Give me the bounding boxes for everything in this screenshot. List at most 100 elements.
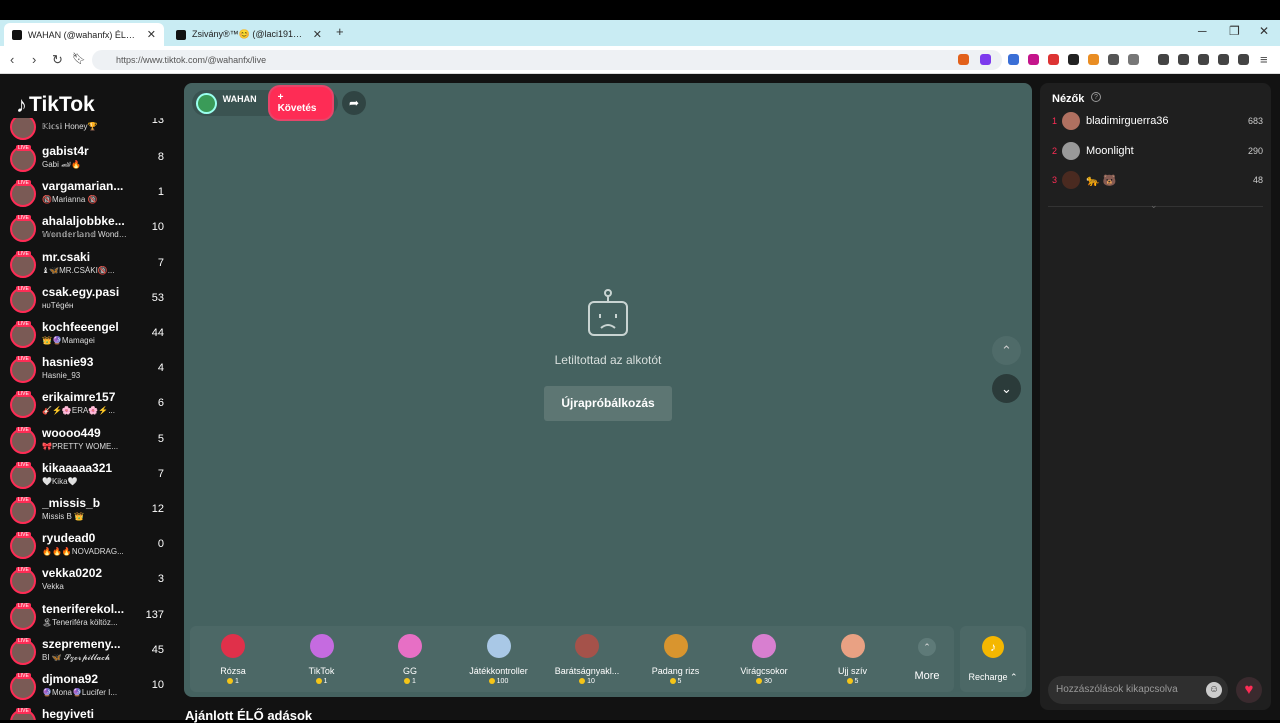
- sidebar-item-name: ahalaljobbke...: [42, 214, 125, 229]
- extension-icon[interactable]: [1068, 54, 1079, 65]
- avatar: LIVE: [10, 637, 36, 665]
- wallet-icon[interactable]: [1198, 54, 1209, 65]
- translate-icon[interactable]: [1008, 54, 1019, 65]
- sidebar-live-item[interactable]: LIVE ahalaljobbke...𝕎𝕠𝕟𝕕𝕖𝕣𝕝𝕒𝕟𝕕 Wonderland…: [0, 212, 180, 247]
- coin-icon: [315, 678, 322, 684]
- sidebar-live-item[interactable]: LIVE kikaaaaa321 🤍Kika🤍 7: [0, 459, 180, 494]
- share-icon[interactable]: ➦: [342, 91, 366, 115]
- avatar: LIVE: [10, 356, 36, 384]
- sidebar-live-item[interactable]: LIVE erikaimre157 🎸⚡🌸ERA🌸⚡... 6: [0, 388, 180, 423]
- comment-input[interactable]: Hozzászólások kikapcsolva: [1048, 676, 1228, 704]
- sidebar-live-item[interactable]: LIVE mr.csaki ♝🦋MR.CSÁKI🔞... 7: [0, 248, 180, 283]
- gift-icon: [575, 634, 599, 658]
- gift-name: Ujj szív: [838, 666, 867, 676]
- expand-chevron-icon[interactable]: ⌄: [1150, 200, 1158, 211]
- gift-item[interactable]: Rózsa 1: [190, 626, 276, 692]
- extension-icon[interactable]: [1128, 54, 1139, 65]
- extensions-puzzle-icon[interactable]: [1108, 54, 1119, 65]
- viewer-row[interactable]: 1 bladimirguerra36 683: [1040, 109, 1271, 135]
- host-avatar[interactable]: [196, 92, 217, 114]
- retry-button[interactable]: Újrapróbálkozás: [544, 386, 672, 421]
- viewer-count: 10: [151, 221, 164, 234]
- gift-price-value: 30: [764, 678, 772, 685]
- viewer-row[interactable]: 3 🐆 🐻 48: [1040, 168, 1271, 194]
- brave-shield-icon[interactable]: [958, 54, 969, 65]
- recharge-button[interactable]: ♪ Recharge ⌃: [960, 626, 1026, 692]
- leo-icon[interactable]: [1218, 54, 1229, 65]
- media-icon[interactable]: [1158, 54, 1169, 65]
- follow-button[interactable]: + Követés: [267, 85, 334, 121]
- sidebar-live-item[interactable]: LIVE csak.egy.pasi ʜᴜTégéʜ 53: [0, 283, 180, 318]
- sidebar-live-item[interactable]: LIVE woooo449 🎀PRETTY WOME... 5: [0, 424, 180, 459]
- extension-icon[interactable]: [1048, 54, 1059, 65]
- gift-item[interactable]: GG 1: [367, 626, 453, 692]
- gift-item[interactable]: Virágcsokor 30: [721, 626, 807, 692]
- sidebar-live-item[interactable]: LIVE szepremeny... BI 🦋 𝓢𝔃𝓸𝓻𝓹𝓲𝓵𝓵𝓪𝓬𝓱 45: [0, 635, 180, 670]
- host-name[interactable]: WAHAN: [223, 94, 266, 104]
- sidebar-toggle-icon[interactable]: [1178, 54, 1189, 65]
- sidebar-live-item[interactable]: LIVE ryudead0 🔥🔥🔥NOVADRAG... 0: [0, 529, 180, 564]
- viewer-count: 4: [157, 362, 164, 375]
- sidebar-item-subtitle: 🎀PRETTY WOME...: [42, 441, 119, 451]
- tab-close-icon[interactable]: ✕: [313, 28, 322, 41]
- new-tab-button[interactable]: +: [336, 24, 344, 39]
- coin-icon: [227, 678, 234, 684]
- sidebar-item-name: kikaaaaa321: [42, 460, 113, 475]
- bookmark-icon[interactable]: 🔖︎: [72, 52, 86, 65]
- back-icon[interactable]: ‹: [10, 52, 14, 67]
- sidebar-item-name: erikaimre157: [42, 390, 116, 405]
- previous-live-button[interactable]: ⌃: [992, 336, 1021, 365]
- gift-item[interactable]: Ujj szív 5: [810, 626, 896, 692]
- avatar: LIVE: [10, 426, 36, 454]
- rewards-icon[interactable]: [980, 54, 991, 65]
- browser-tab-active[interactable]: WAHAN (@wahanfx) ÉLŐ adásb ✕: [4, 23, 164, 46]
- restore-icon[interactable]: ❐: [1229, 24, 1240, 38]
- viewer-count: 12: [151, 503, 164, 515]
- sidebar-live-item[interactable]: LIVE djmona92 🔮Mona🔮Lucifer I... 10: [0, 670, 180, 705]
- sidebar-live-item[interactable]: LIVE gabist4r Gabi 🏎🔥 8: [0, 142, 180, 177]
- sidebar-live-item[interactable]: LIVE kochfeeengel 👑🔮Mamagei 44: [0, 318, 180, 353]
- sidebar-live-item[interactable]: LIVE _missis_b Missis B 👑 12: [0, 494, 180, 529]
- tiktok-logo[interactable]: ♪ TikTok: [16, 92, 95, 118]
- like-heart-icon[interactable]: ♥: [1236, 677, 1262, 703]
- live-badge: LIVE: [16, 285, 31, 292]
- gift-price-value: 100: [496, 678, 509, 685]
- gift-name: Padang rizs: [651, 666, 700, 676]
- live-badge: LIVE: [16, 532, 31, 539]
- blocked-robot-icon: [588, 289, 628, 336]
- viewer-row[interactable]: 2 Moonlight 290: [1040, 139, 1271, 165]
- window-close-icon[interactable]: ✕: [1259, 24, 1269, 38]
- minimize-icon[interactable]: ─: [1198, 24, 1207, 38]
- tab-close-icon[interactable]: ✕: [147, 28, 156, 41]
- url-field[interactable]: https://www.tiktok.com/@wahanfx/live: [92, 50, 1002, 70]
- sidebar-live-item[interactable]: 𝕂𝕚𝕔𝕤𝕚 Honey🏆 13: [0, 118, 180, 145]
- sidebar-live-item[interactable]: LIVE teneriferekol... 🏝Teneriféra költöz..…: [0, 600, 180, 635]
- live-badge: LIVE: [16, 567, 31, 574]
- next-live-button[interactable]: ⌄: [992, 374, 1021, 403]
- avatar: LIVE: [10, 145, 36, 172]
- menu-icon[interactable]: ≡: [1260, 52, 1268, 67]
- sidebar-item-name: woooo449: [42, 425, 101, 440]
- gift-item[interactable]: Játékkontroller 100: [456, 626, 542, 692]
- sidebar-live-item[interactable]: LIVE vekka0202 Vekka 3: [0, 564, 180, 599]
- browser-tab[interactable]: Zsivány®™😊 (@laci1910) ÉLŐ a ✕: [168, 23, 330, 46]
- vpn-icon[interactable]: [1238, 54, 1249, 65]
- avatar: [10, 118, 36, 140]
- sidebar-live-item[interactable]: LIVE hegyiveti: [0, 705, 180, 720]
- gift-item[interactable]: TikTok 1: [279, 626, 365, 692]
- extension-icon[interactable]: [1028, 54, 1039, 65]
- coin-icon: [488, 678, 495, 684]
- reload-icon[interactable]: ↻: [52, 52, 63, 68]
- avatar: [1062, 171, 1080, 189]
- sidebar-live-item[interactable]: LIVE vargamarian... 🔞Marianna 🔞 1: [0, 177, 180, 212]
- live-badge: LIVE: [16, 708, 31, 715]
- extension-icon[interactable]: [1088, 54, 1099, 65]
- gift-item[interactable]: Barátságnyakl... 10: [544, 626, 630, 692]
- forward-icon[interactable]: ›: [32, 52, 36, 67]
- sidebar-live-item[interactable]: LIVE hasnie93 Hasnie_93 4: [0, 353, 180, 388]
- sidebar-item-subtitle: ʜᴜTégéʜ: [42, 300, 74, 310]
- more-gifts-button[interactable]: ⌃ More: [902, 626, 952, 692]
- viewer-count: 53: [151, 291, 164, 304]
- gift-item[interactable]: Padang rizs 5: [633, 626, 719, 692]
- info-icon[interactable]: ?: [1091, 92, 1101, 102]
